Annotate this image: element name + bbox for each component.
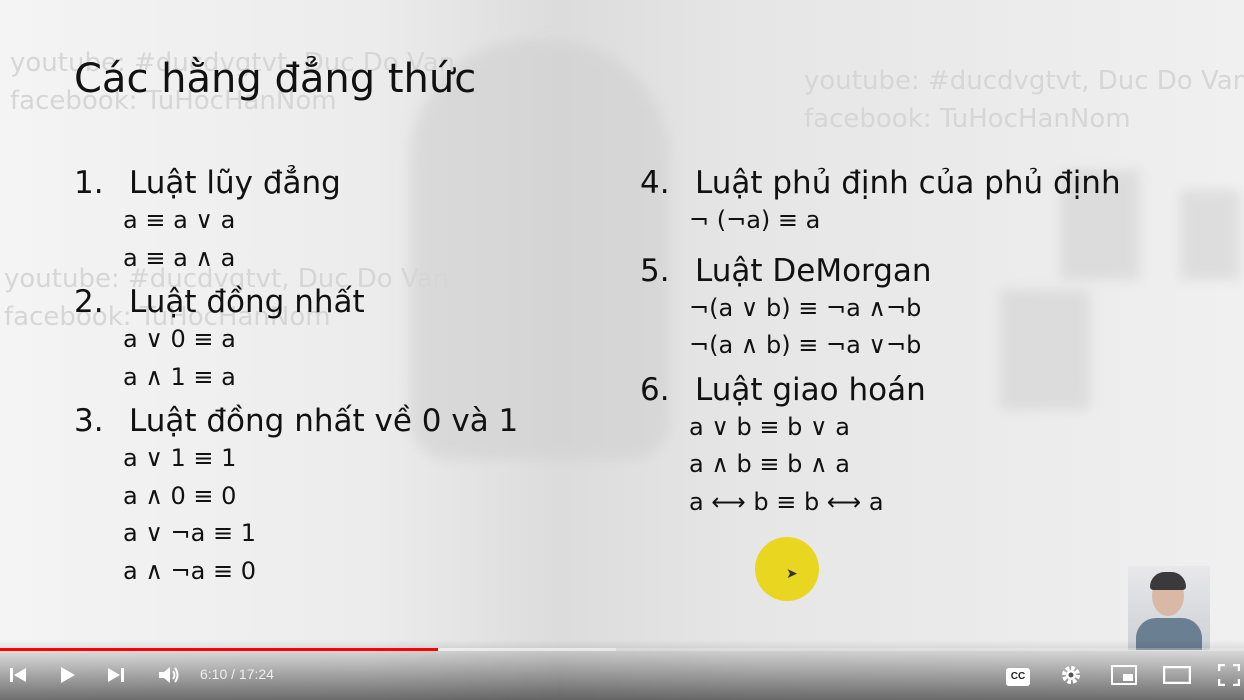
formula: a ∧ 1 ≡ a bbox=[123, 362, 236, 391]
law-heading: 6. Luật giao hoán bbox=[640, 371, 1121, 409]
formula: a ≡ a ∧ a bbox=[123, 243, 236, 272]
law-heading: 1. Luật lũy đẳng bbox=[74, 164, 518, 202]
formula: a ∨ ¬a ≡ 1 bbox=[123, 519, 256, 547]
law-number: 1. bbox=[74, 165, 104, 201]
formula: a ∨ 0 ≡ a bbox=[123, 325, 236, 353]
law-name: Luật DeMorgan bbox=[695, 252, 932, 289]
previous-button[interactable] bbox=[6, 662, 30, 688]
law-number: 3. bbox=[74, 403, 104, 439]
laws-right-column: 4. Luật phủ định của phủ định ¬ (¬a) ≡ a… bbox=[640, 164, 1121, 521]
progress-bar[interactable] bbox=[0, 648, 1244, 651]
law-name: Luật đồng nhất bbox=[129, 284, 365, 320]
law-number: 6. bbox=[640, 371, 670, 408]
miniplayer-button[interactable] bbox=[1110, 662, 1138, 688]
theater-mode-icon bbox=[1163, 666, 1191, 684]
next-icon bbox=[108, 668, 124, 682]
law-heading: 4. Luật phủ định của phủ định bbox=[640, 164, 1121, 202]
formula: ¬(a ∨ b) ≡ ¬a ∧¬b bbox=[689, 293, 922, 322]
volume-button[interactable] bbox=[156, 662, 182, 688]
formula: ¬(a ∧ b) ≡ ¬a ∨¬b bbox=[689, 331, 922, 359]
formula: a ≡ a ∨ a bbox=[123, 206, 236, 234]
captions-icon[interactable]: CC bbox=[1006, 668, 1030, 686]
formula: a ⟷ b ≡ b ⟷ a bbox=[689, 487, 884, 516]
law-item: 5. Luật DeMorgan ¬(a ∨ b) ≡ ¬a ∧¬b ¬(a ∧… bbox=[640, 252, 1121, 365]
settings-gear-icon bbox=[1062, 666, 1080, 684]
law-number: 4. bbox=[640, 165, 670, 201]
law-heading: 3. Luật đồng nhất về 0 và 1 bbox=[74, 402, 518, 440]
law-name: Luật đồng nhất về 0 và 1 bbox=[129, 403, 519, 439]
play-icon bbox=[61, 667, 75, 683]
formula: a ∧ b ≡ b ∧ a bbox=[689, 450, 850, 478]
law-item: 6. Luật giao hoán a ∨ b ≡ b ∨ a a ∧ b ≡ … bbox=[640, 371, 1121, 522]
law-item: 1. Luật lũy đẳng a ≡ a ∨ a a ≡ a ∧ a bbox=[74, 164, 518, 277]
settings-button[interactable] bbox=[1058, 662, 1084, 688]
watermark: youtube: #ducdvgtvt, Duc Do Van facebook… bbox=[804, 62, 1244, 138]
formula: a ∧ ¬a ≡ 0 bbox=[123, 556, 256, 585]
previous-icon bbox=[10, 668, 26, 682]
presenter-webcam bbox=[1128, 566, 1210, 650]
formula: ¬ (¬a) ≡ a bbox=[689, 206, 821, 234]
formula: a ∨ 1 ≡ 1 bbox=[123, 444, 237, 472]
next-button[interactable] bbox=[104, 662, 128, 688]
law-name: Luật phủ định của phủ định bbox=[695, 165, 1121, 201]
law-item: 3. Luật đồng nhất về 0 và 1 a ∨ 1 ≡ 1 a … bbox=[74, 402, 518, 590]
video-frame[interactable]: youtube: #ducdvgtvt, Duc Do Van facebook… bbox=[0, 0, 1244, 700]
law-name: Luật giao hoán bbox=[695, 371, 926, 408]
play-button[interactable] bbox=[55, 662, 79, 688]
formula: a ∨ b ≡ b ∨ a bbox=[689, 412, 850, 441]
law-name: Luật lũy đẳng bbox=[129, 165, 341, 201]
law-item: 4. Luật phủ định của phủ định ¬ (¬a) ≡ a bbox=[640, 164, 1121, 240]
theater-mode-button[interactable] bbox=[1162, 662, 1192, 688]
law-heading: 2. Luật đồng nhất bbox=[74, 283, 518, 321]
slide-title: Các hằng đẳng thức bbox=[74, 56, 477, 102]
law-item: 2. Luật đồng nhất a ∨ 0 ≡ a a ∧ 1 ≡ a bbox=[74, 283, 518, 396]
fullscreen-button[interactable] bbox=[1216, 662, 1242, 688]
fullscreen-icon bbox=[1218, 664, 1240, 686]
miniplayer-icon bbox=[1111, 665, 1137, 685]
background-wall-frame bbox=[1180, 190, 1240, 280]
watermark-youtube: youtube: #ducdvgtvt, Duc Do Van bbox=[804, 66, 1244, 96]
watermark-facebook: facebook: TuHocHanNom bbox=[804, 104, 1131, 134]
law-number: 5. bbox=[640, 252, 670, 289]
formula: a ∧ 0 ≡ 0 bbox=[123, 481, 237, 510]
player-controls: 6:10 / 17:24 CC bbox=[0, 640, 1244, 700]
time-display: 6:10 / 17:24 bbox=[200, 666, 274, 682]
volume-icon bbox=[159, 667, 179, 683]
law-heading: 5. Luật DeMorgan bbox=[640, 252, 1121, 290]
presenter-hair bbox=[1150, 572, 1186, 590]
progress-played bbox=[0, 648, 438, 651]
laws-left-column: 1. Luật lũy đẳng a ≡ a ∨ a a ≡ a ∧ a 2. … bbox=[74, 164, 518, 590]
law-number: 2. bbox=[74, 284, 104, 320]
mouse-pointer-icon: ➤ bbox=[786, 566, 798, 582]
